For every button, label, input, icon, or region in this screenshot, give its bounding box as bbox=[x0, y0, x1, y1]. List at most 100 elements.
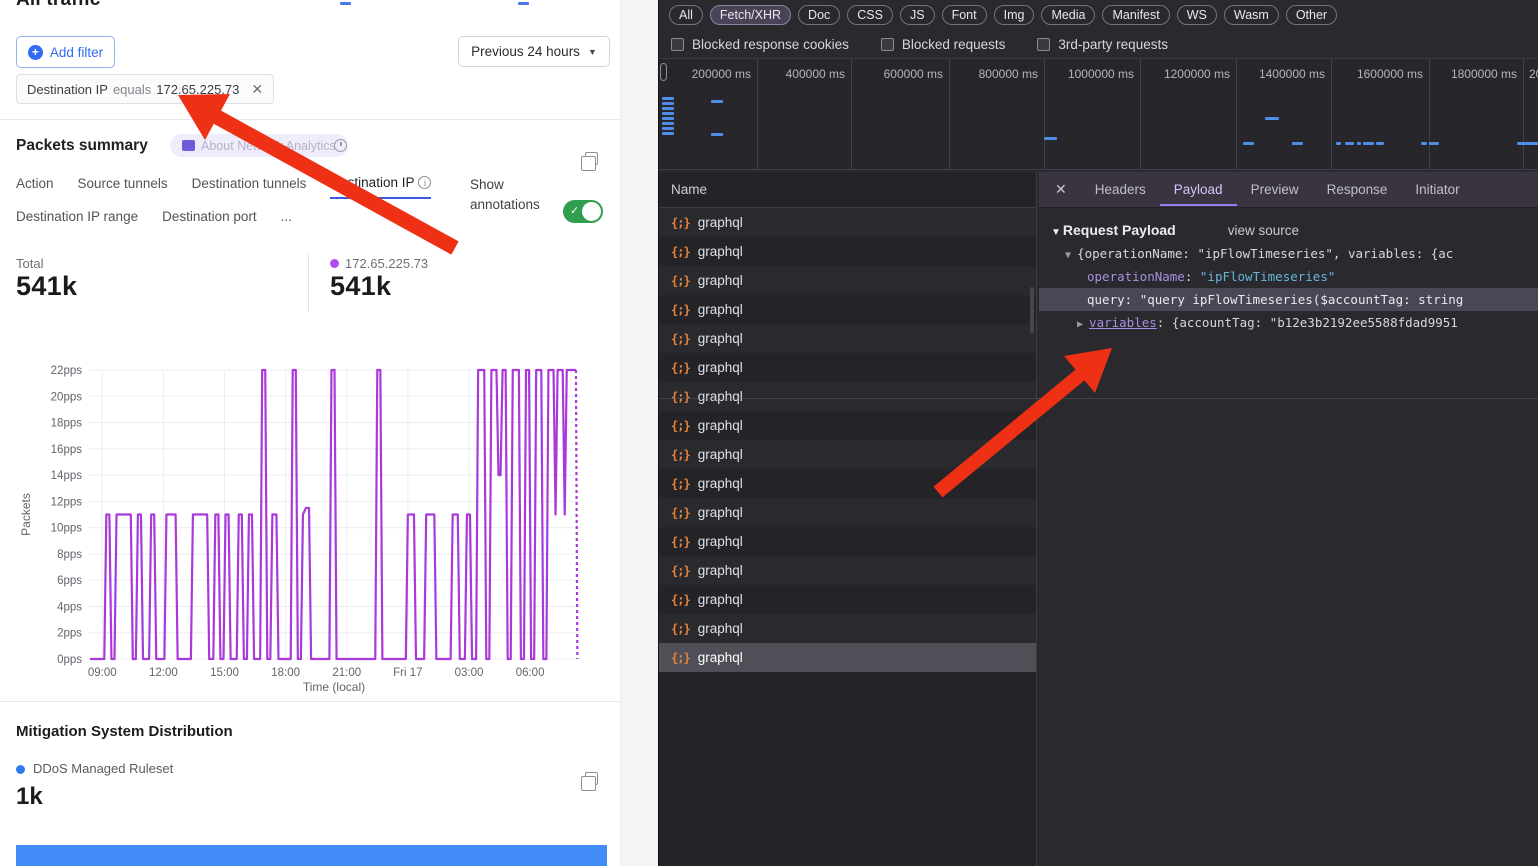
request-name: graphql bbox=[698, 331, 743, 346]
packets-tab-destination-tunnels[interactable]: Destination tunnels bbox=[192, 176, 307, 198]
scrollbar-thumb[interactable] bbox=[1030, 287, 1034, 333]
request-row[interactable]: {;}graphql bbox=[659, 237, 1036, 266]
payload-code-line[interactable]: operationName: "ipFlowTimeseries" bbox=[1039, 265, 1538, 288]
detail-tab-headers[interactable]: Headers bbox=[1081, 173, 1160, 206]
svg-text:09:00: 09:00 bbox=[88, 667, 117, 679]
time-range-dropdown[interactable]: Previous 24 hours ▼ bbox=[458, 36, 610, 67]
mitigation-bar[interactable] bbox=[16, 845, 607, 866]
packets-tab--[interactable]: ... bbox=[281, 209, 292, 231]
request-row[interactable]: {;}graphql bbox=[659, 411, 1036, 440]
filter-pill-fetch-xhr[interactable]: Fetch/XHR bbox=[710, 5, 791, 25]
network-overview-timeline[interactable]: 200000 ms400000 ms600000 ms800000 ms1000… bbox=[659, 58, 1538, 170]
request-row[interactable]: {;}graphql bbox=[659, 643, 1036, 672]
payload-code-line[interactable]: ▶ variables: {accountTag: "b12e3b2192ee5… bbox=[1039, 311, 1538, 334]
top-fragment-icon bbox=[518, 2, 529, 5]
timeline-request-bar bbox=[662, 132, 674, 135]
detail-tab-payload[interactable]: Payload bbox=[1160, 173, 1237, 206]
packets-tabs-row1: Action Source tunnels Destination tunnels D… bbox=[16, 175, 431, 199]
stat-ip-value: 541k bbox=[330, 271, 428, 302]
request-row[interactable]: {;}graphql bbox=[659, 266, 1036, 295]
json-braces-icon: {;} bbox=[671, 535, 690, 549]
svg-text:Packets: Packets bbox=[19, 493, 33, 536]
svg-text:18:00: 18:00 bbox=[271, 667, 300, 679]
timeline-label: 400000 ms bbox=[786, 67, 845, 81]
checkbox-blocked-requests[interactable]: Blocked requests bbox=[881, 37, 1006, 52]
filter-pill-img[interactable]: Img bbox=[994, 5, 1035, 25]
add-filter-label: Add filter bbox=[50, 45, 103, 60]
request-row[interactable]: {;}graphql bbox=[659, 585, 1036, 614]
expand-card-icon[interactable] bbox=[585, 152, 598, 165]
payload-code-line[interactable]: query: "query ipFlowTimeseries($accountT… bbox=[1039, 288, 1538, 311]
checkbox-blocked-response-cookies[interactable]: Blocked response cookies bbox=[671, 37, 849, 52]
name-column-header[interactable]: Name bbox=[659, 172, 1036, 208]
packets-tab-destination-ip[interactable]: Destination IPi bbox=[330, 175, 431, 199]
timeline-request-bar bbox=[1265, 117, 1279, 120]
filter-pill-all[interactable]: All bbox=[669, 5, 703, 25]
filter-pill-doc[interactable]: Doc bbox=[798, 5, 840, 25]
packets-tab-destination-port[interactable]: Destination port bbox=[162, 209, 257, 231]
detail-tab-response[interactable]: Response bbox=[1313, 173, 1402, 206]
filter-pill-font[interactable]: Font bbox=[942, 5, 987, 25]
request-row[interactable]: {;}graphql bbox=[659, 353, 1036, 382]
request-payload-label: Request Payload bbox=[1063, 222, 1176, 238]
checkbox-icon[interactable] bbox=[671, 38, 684, 51]
request-row[interactable]: {;}graphql bbox=[659, 208, 1036, 237]
time-range-label: Previous 24 hours bbox=[471, 44, 580, 59]
timeline-request-bar bbox=[1336, 142, 1341, 145]
request-row[interactable]: {;}graphql bbox=[659, 527, 1036, 556]
json-braces-icon: {;} bbox=[671, 448, 690, 462]
request-row[interactable]: {;}graphql bbox=[659, 498, 1036, 527]
stat-ip-label: 172.65.225.73 bbox=[345, 256, 428, 271]
packets-tab-source-tunnels[interactable]: Source tunnels bbox=[78, 176, 168, 198]
devtools-panel: All Fetch/XHR Doc CSS JS Font Img Media Manifest… bbox=[658, 0, 1538, 866]
json-braces-icon: {;} bbox=[671, 564, 690, 578]
filter-pill-media[interactable]: Media bbox=[1041, 5, 1095, 25]
request-row[interactable]: {;}graphql bbox=[659, 382, 1036, 411]
packets-timeseries-chart[interactable]: 0pps2pps4pps6pps8pps10pps12pps14pps16pps… bbox=[8, 356, 612, 696]
timeline-request-bar bbox=[662, 107, 674, 110]
timeline-handle[interactable] bbox=[660, 63, 667, 81]
timeline-gridline bbox=[1331, 59, 1332, 170]
view-source-link[interactable]: view source bbox=[1228, 223, 1299, 238]
detail-tab-preview[interactable]: Preview bbox=[1237, 173, 1313, 206]
filter-pill-ws[interactable]: WS bbox=[1177, 5, 1217, 25]
svg-text:22pps: 22pps bbox=[51, 365, 83, 377]
filter-pill-manifest[interactable]: Manifest bbox=[1102, 5, 1169, 25]
detail-tab-initiator[interactable]: Initiator bbox=[1401, 173, 1473, 206]
page-title: All traffic bbox=[16, 0, 216, 11]
timeline-request-bar bbox=[1517, 142, 1538, 145]
filter-pill-css[interactable]: CSS bbox=[847, 5, 893, 25]
expand-card-icon[interactable] bbox=[585, 772, 598, 785]
filter-pill-wasm[interactable]: Wasm bbox=[1224, 5, 1279, 25]
divider bbox=[0, 701, 620, 702]
remove-filter-icon[interactable]: ✕ bbox=[251, 81, 263, 98]
checkbox-icon[interactable] bbox=[1037, 38, 1050, 51]
request-row[interactable]: {;}graphql bbox=[659, 556, 1036, 585]
show-annotations-toggle[interactable]: ✓ bbox=[563, 200, 603, 223]
packets-tab-destination-ip-range[interactable]: Destination IP range bbox=[16, 209, 138, 231]
request-row[interactable]: {;}graphql bbox=[659, 324, 1036, 353]
add-filter-button[interactable]: + Add filter bbox=[16, 36, 115, 68]
close-icon[interactable]: ✕ bbox=[1039, 181, 1081, 198]
checkbox--rd-party-requests[interactable]: 3rd-party requests bbox=[1037, 37, 1168, 52]
request-row[interactable]: {;}graphql bbox=[659, 614, 1036, 643]
request-row[interactable]: {;}graphql bbox=[659, 440, 1036, 469]
json-braces-icon: {;} bbox=[671, 361, 690, 375]
request-payload-title[interactable]: ▼Request Payload bbox=[1051, 222, 1176, 238]
json-braces-icon: {;} bbox=[671, 245, 690, 259]
timeline-label: 1800000 ms bbox=[1451, 67, 1517, 81]
filter-pill-other[interactable]: Other bbox=[1286, 5, 1337, 25]
filter-chip[interactable]: Destination IP equals 172.65.225.73 ✕ bbox=[16, 74, 274, 104]
timeline-request-bar bbox=[1421, 142, 1427, 145]
payload-code-line[interactable]: ▼ {operationName: "ipFlowTimeseries", va… bbox=[1039, 242, 1538, 265]
request-row[interactable]: {;}graphql bbox=[659, 295, 1036, 324]
filter-pill-js[interactable]: JS bbox=[900, 5, 935, 25]
about-network-analytics-badge[interactable]: About Network Analytics bbox=[170, 134, 348, 157]
checkbox-icon[interactable] bbox=[881, 38, 894, 51]
packets-tab-action[interactable]: Action bbox=[16, 176, 54, 198]
timeline-label: 2000000 ms bbox=[1529, 67, 1538, 81]
request-row[interactable]: {;}graphql bbox=[659, 469, 1036, 498]
stat-total-label: Total bbox=[16, 256, 77, 271]
timeline-request-bar bbox=[662, 112, 674, 115]
request-checkbox-row: Blocked response cookies Blocked requests… bbox=[659, 30, 1538, 58]
